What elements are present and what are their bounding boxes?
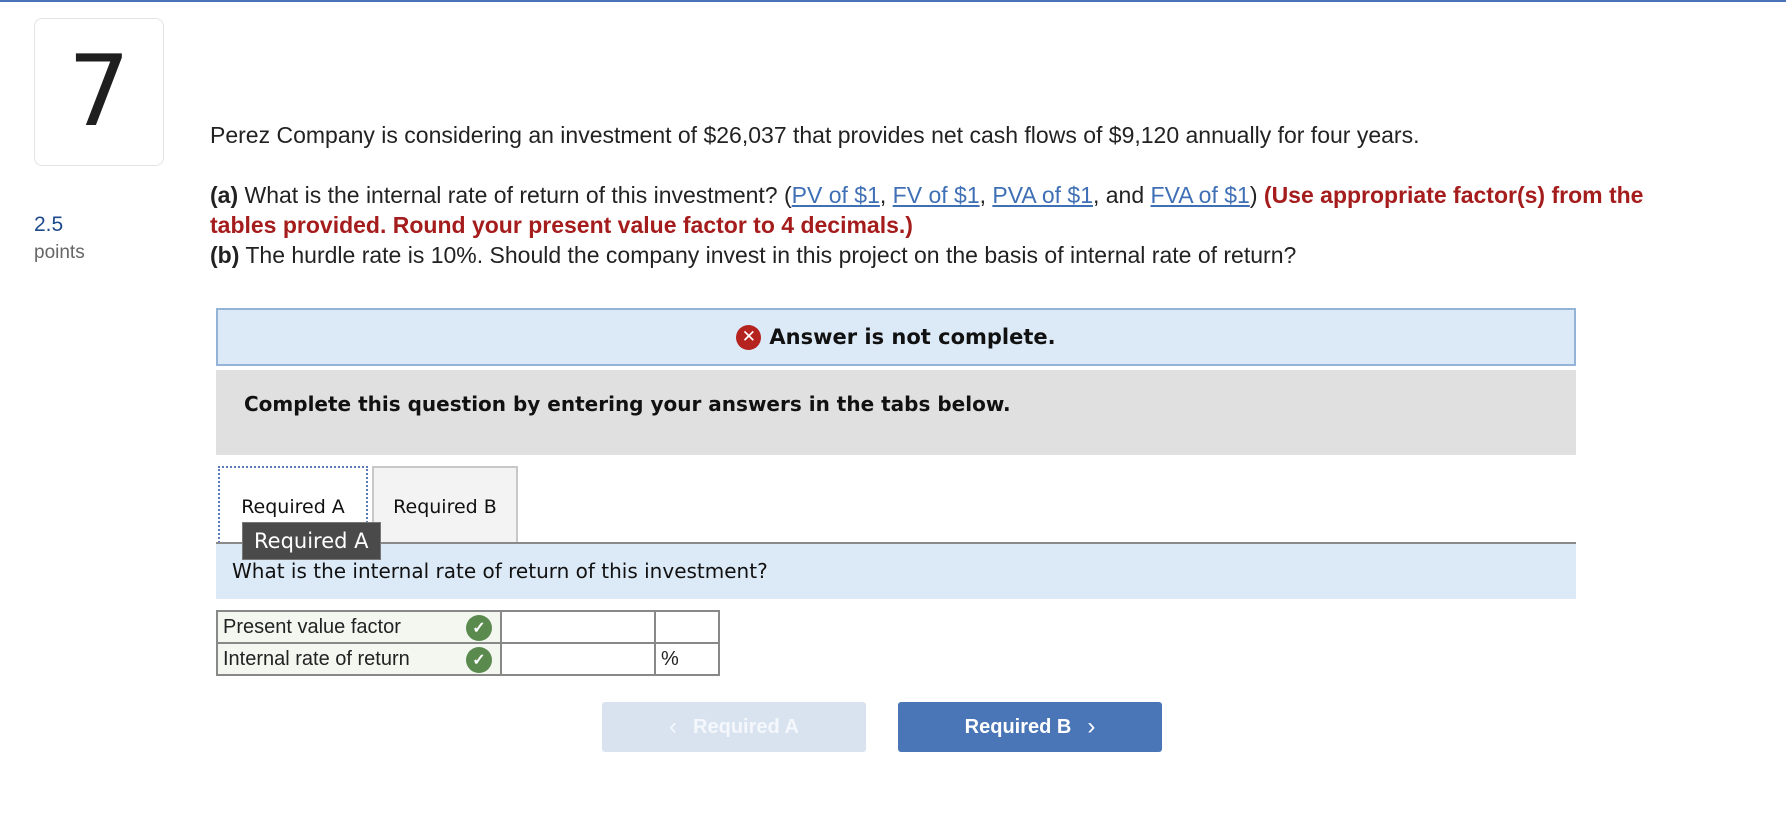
chevron-right-icon: › [1087,713,1096,740]
table-row: Internal rate of return ✓ % [216,642,720,676]
check-icon: ✓ [466,615,492,641]
value-cell [500,642,656,676]
value-cell [500,610,656,644]
tooltip: Required A [242,522,381,560]
pv-table-link[interactable]: PV of $1 [792,182,880,208]
question-number: 7 [34,18,164,166]
fv-table-link[interactable]: FV of $1 [893,182,980,208]
check-icon: ✓ [466,647,492,673]
separator: , [879,182,893,208]
points-value: 2.5 [34,213,64,236]
separator: , [979,182,993,208]
question-part-a: (a) What is the internal rate of return … [210,180,1710,240]
status-message: Answer is not complete. [769,325,1056,349]
unit-cell: % [654,642,720,676]
part-a-text: What is the internal rate of return of t… [238,182,792,208]
part-a-label: (a) [210,182,239,208]
status-banner: ✕ Answer is not complete. [216,308,1576,366]
row-label: Present value factor [223,615,401,638]
prev-label: Required A [693,715,799,738]
answer-table: Present value factor ✓ Internal rate of … [216,610,720,676]
present-value-factor-input[interactable] [507,612,649,642]
prev-required-a-button[interactable]: ‹ Required A [602,702,866,752]
question-part-b: (b) The hurdle rate is 10%. Should the c… [210,240,1710,270]
row-label-cell: Present value factor ✓ [216,610,502,644]
table-row: Present value factor ✓ [216,610,720,644]
part-b-text: The hurdle rate is 10%. Should the compa… [239,242,1297,268]
row-label: Internal rate of return [223,647,410,670]
next-required-b-button[interactable]: Required B › [898,702,1162,752]
points-label: points [34,242,85,263]
tab-required-b[interactable]: Required B [372,466,518,543]
instruction-panel: Complete this question by entering your … [216,370,1576,455]
tab-question: What is the internal rate of return of t… [216,544,1576,599]
chevron-left-icon: ‹ [669,713,678,740]
question-intro: Perez Company is considering an investme… [210,122,1420,148]
x-circle-icon: ✕ [736,324,762,350]
separator: , and [1092,182,1151,208]
row-label-cell: Internal rate of return ✓ [216,642,502,676]
top-accent-bar [0,0,1786,2]
unit-cell [654,610,720,644]
fva-table-link[interactable]: FVA of $1 [1151,182,1250,208]
separator: ) [1249,182,1264,208]
pva-table-link[interactable]: PVA of $1 [992,182,1093,208]
part-b-label: (b) [210,242,240,268]
next-label: Required B [964,715,1072,738]
irr-input[interactable] [507,644,649,674]
